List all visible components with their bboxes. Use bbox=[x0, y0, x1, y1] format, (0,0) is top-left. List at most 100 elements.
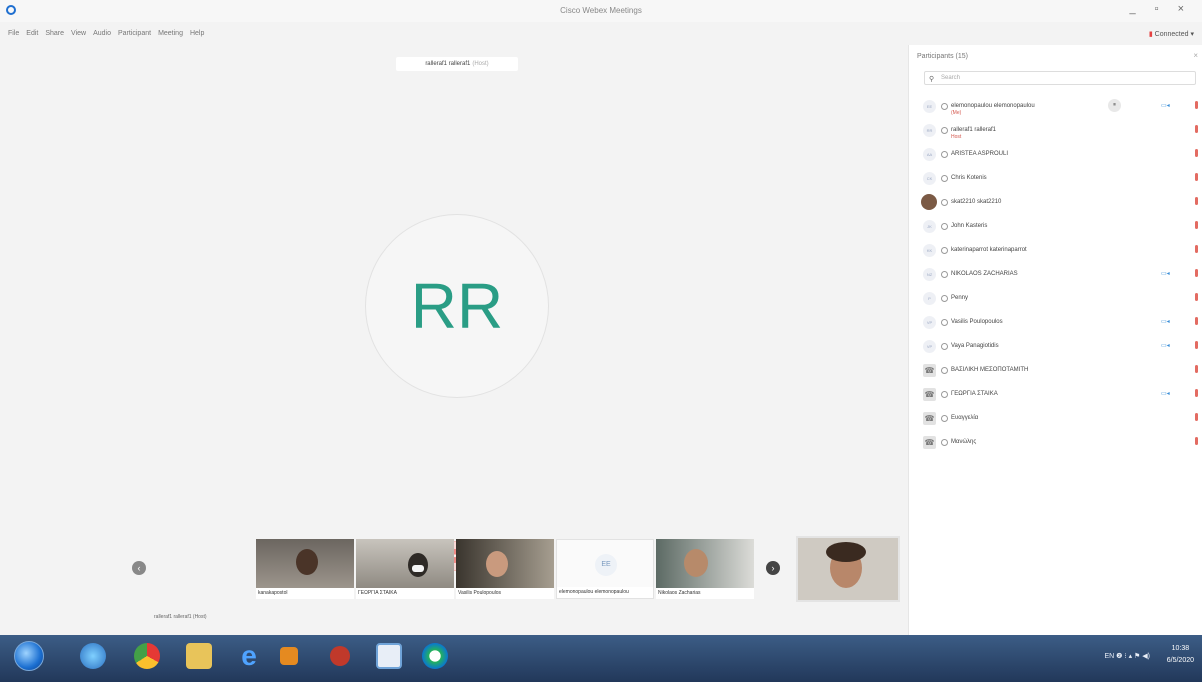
window-title: Cisco Webex Meetings bbox=[560, 6, 642, 15]
participant-name: NIKOLAOS ZACHARIAS bbox=[951, 271, 1018, 277]
participant-avatar: VP bbox=[923, 340, 936, 353]
microphone-muted-icon[interactable] bbox=[1195, 341, 1198, 349]
participant-row[interactable]: JK John Kasteris bbox=[909, 217, 1202, 237]
language-indicator[interactable]: EN bbox=[1104, 653, 1114, 660]
menu-edit[interactable]: Edit bbox=[26, 30, 38, 37]
webex-taskbar-icon[interactable] bbox=[422, 643, 448, 669]
window-controls[interactable]: _ ▫ × bbox=[1129, 3, 1192, 15]
microphone-muted-icon[interactable] bbox=[1195, 317, 1198, 325]
video-tile[interactable]: Nikolaos Zacharias bbox=[656, 539, 754, 599]
video-camera-icon[interactable]: ▭◂ bbox=[1161, 318, 1170, 325]
status-icon bbox=[941, 391, 948, 398]
clock[interactable]: 10:38 6/5/2020 bbox=[1167, 643, 1194, 667]
participant-row[interactable]: NZ NIKOLAOS ZACHARIAS ▭◂ bbox=[909, 265, 1202, 285]
menu-audio[interactable]: Audio bbox=[93, 30, 111, 37]
status-icon bbox=[941, 151, 948, 158]
status-icon bbox=[941, 223, 948, 230]
flag-icon[interactable]: ⚑ bbox=[1134, 653, 1140, 660]
participant-row[interactable]: RR ralleraf1 ralleraf1 Host bbox=[909, 121, 1202, 141]
internet-explorer-icon[interactable]: e bbox=[236, 642, 262, 670]
network-icon[interactable]: ⁝ bbox=[1124, 653, 1126, 660]
microphone-muted-icon[interactable] bbox=[1195, 437, 1198, 445]
connection-status[interactable]: ▮ Connected ▾ bbox=[1149, 30, 1194, 38]
participant-name: Vaya Panagiotidis bbox=[951, 343, 999, 349]
participant-name: elemonopaulou elemonopaulou bbox=[951, 103, 1035, 109]
participant-row[interactable]: ☎ ΒΑΣΙΛΙΚΗ ΜΕΣΟΠΟΤΑΜΙΤΗ bbox=[909, 361, 1202, 381]
microphone-muted-icon[interactable] bbox=[1195, 221, 1198, 229]
participant-avatar: NZ bbox=[923, 268, 936, 281]
participant-name: ralleraf1 ralleraf1 bbox=[951, 127, 997, 133]
microphone-muted-icon[interactable] bbox=[1195, 125, 1198, 133]
app-icon[interactable] bbox=[330, 646, 350, 666]
video-camera-icon[interactable]: ▭◂ bbox=[1161, 342, 1170, 349]
panel-title[interactable]: Participants (15) bbox=[917, 53, 968, 60]
filmstrip-next-button[interactable]: › bbox=[766, 561, 780, 575]
video-tile[interactable]: Vasilis Poulopoulos bbox=[456, 539, 554, 599]
participants-panel: Participants (15) × ⚲ Search EE elemonopa… bbox=[908, 45, 1202, 635]
folder-icon[interactable] bbox=[186, 643, 212, 669]
self-view-video[interactable] bbox=[796, 536, 900, 602]
microphone-muted-icon[interactable] bbox=[1195, 245, 1198, 253]
tile-label: kanakapostol bbox=[256, 588, 354, 599]
microphone-muted-icon[interactable] bbox=[1195, 101, 1198, 109]
video-camera-icon[interactable]: ▭◂ bbox=[1161, 102, 1170, 109]
menu-view[interactable]: View bbox=[71, 30, 86, 37]
microphone-muted-icon[interactable] bbox=[1195, 365, 1198, 373]
participant-row[interactable]: ☎ Ευαγγελία bbox=[909, 409, 1202, 429]
menu-help[interactable]: Help bbox=[190, 30, 204, 37]
menu-meeting[interactable]: Meeting bbox=[158, 30, 183, 37]
filmstrip-prev-button[interactable]: ‹ bbox=[132, 561, 146, 575]
participant-row[interactable]: CK Chris Kotenis bbox=[909, 169, 1202, 189]
close-icon[interactable]: × bbox=[1193, 51, 1198, 60]
participant-avatar: AA bbox=[923, 148, 936, 161]
menu-file[interactable]: File bbox=[8, 30, 19, 37]
status-icon bbox=[941, 199, 948, 206]
participant-avatar: CK bbox=[923, 172, 936, 185]
pause-icon[interactable]: ⏸ bbox=[1108, 99, 1121, 112]
help-icon[interactable]: ❷ bbox=[1116, 653, 1122, 660]
menu-participant[interactable]: Participant bbox=[118, 30, 151, 37]
participant-role: (Me) bbox=[951, 110, 962, 116]
video-camera-icon[interactable]: ▭◂ bbox=[1161, 390, 1170, 397]
participant-name: Vasilis Poulopoulos bbox=[951, 319, 1003, 325]
video-tile[interactable]: ΓΕΩΡΓΙΑ ΣΤΑΙΚΑ bbox=[356, 539, 454, 599]
microphone-muted-icon[interactable] bbox=[1195, 149, 1198, 157]
video-tile[interactable]: EE elemonopaulou elemonopaulou bbox=[556, 539, 654, 599]
chrome-icon[interactable] bbox=[134, 643, 160, 669]
microphone-muted-icon[interactable] bbox=[1195, 197, 1198, 205]
participant-row[interactable]: ☎ Μανώλης bbox=[909, 433, 1202, 453]
media-player-icon[interactable] bbox=[280, 647, 298, 665]
participant-row[interactable]: VP Vasilis Poulopoulos ▭◂ bbox=[909, 313, 1202, 333]
participant-name: skat2210 skat2210 bbox=[951, 199, 1002, 205]
menu-share[interactable]: Share bbox=[45, 30, 64, 37]
microphone-muted-icon[interactable] bbox=[1195, 293, 1198, 301]
start-button[interactable] bbox=[14, 641, 44, 671]
participant-search-input[interactable]: ⚲ Search bbox=[924, 71, 1196, 85]
word-icon[interactable] bbox=[376, 643, 402, 669]
participant-row[interactable]: VP Vaya Panagiotidis ▭◂ bbox=[909, 337, 1202, 357]
speaker-label: ralleraf1 ralleraf1 (Host) bbox=[154, 614, 207, 620]
participant-name: katerinaparrot katerinaparrot bbox=[951, 247, 1027, 253]
participant-row[interactable]: KK katerinaparrot katerinaparrot bbox=[909, 241, 1202, 261]
participant-avatar bbox=[921, 194, 937, 210]
sync-icon[interactable] bbox=[80, 643, 106, 669]
show-hidden-icon[interactable]: ▴ bbox=[1129, 653, 1133, 660]
microphone-muted-icon[interactable] bbox=[1195, 389, 1198, 397]
participant-name: Chris Kotenis bbox=[951, 175, 987, 181]
video-tile[interactable]: kanakapostol bbox=[256, 539, 354, 599]
participant-row[interactable]: EE elemonopaulou elemonopaulou (Me) ⏸ ▭◂ bbox=[909, 97, 1202, 117]
microphone-muted-icon[interactable] bbox=[1195, 269, 1198, 277]
participant-row[interactable]: AA ARISTEA ASPROULI bbox=[909, 145, 1202, 165]
participant-row[interactable]: P Penny bbox=[909, 289, 1202, 309]
participant-row[interactable]: skat2210 skat2210 bbox=[909, 193, 1202, 213]
search-icon: ⚲ bbox=[929, 76, 935, 83]
status-icon bbox=[941, 175, 948, 182]
volume-icon[interactable]: ◀) bbox=[1142, 653, 1150, 660]
active-speaker-avatar: RR bbox=[365, 214, 549, 398]
participant-row[interactable]: ☎ ΓΕΩΡΓΙΑ ΣΤΑΙΚΑ ▭◂ bbox=[909, 385, 1202, 405]
participant-name: Ευαγγελία bbox=[951, 415, 979, 421]
microphone-muted-icon[interactable] bbox=[1195, 413, 1198, 421]
participant-avatar: RR bbox=[923, 124, 936, 137]
video-camera-icon[interactable]: ▭◂ bbox=[1161, 270, 1170, 277]
microphone-muted-icon[interactable] bbox=[1195, 173, 1198, 181]
